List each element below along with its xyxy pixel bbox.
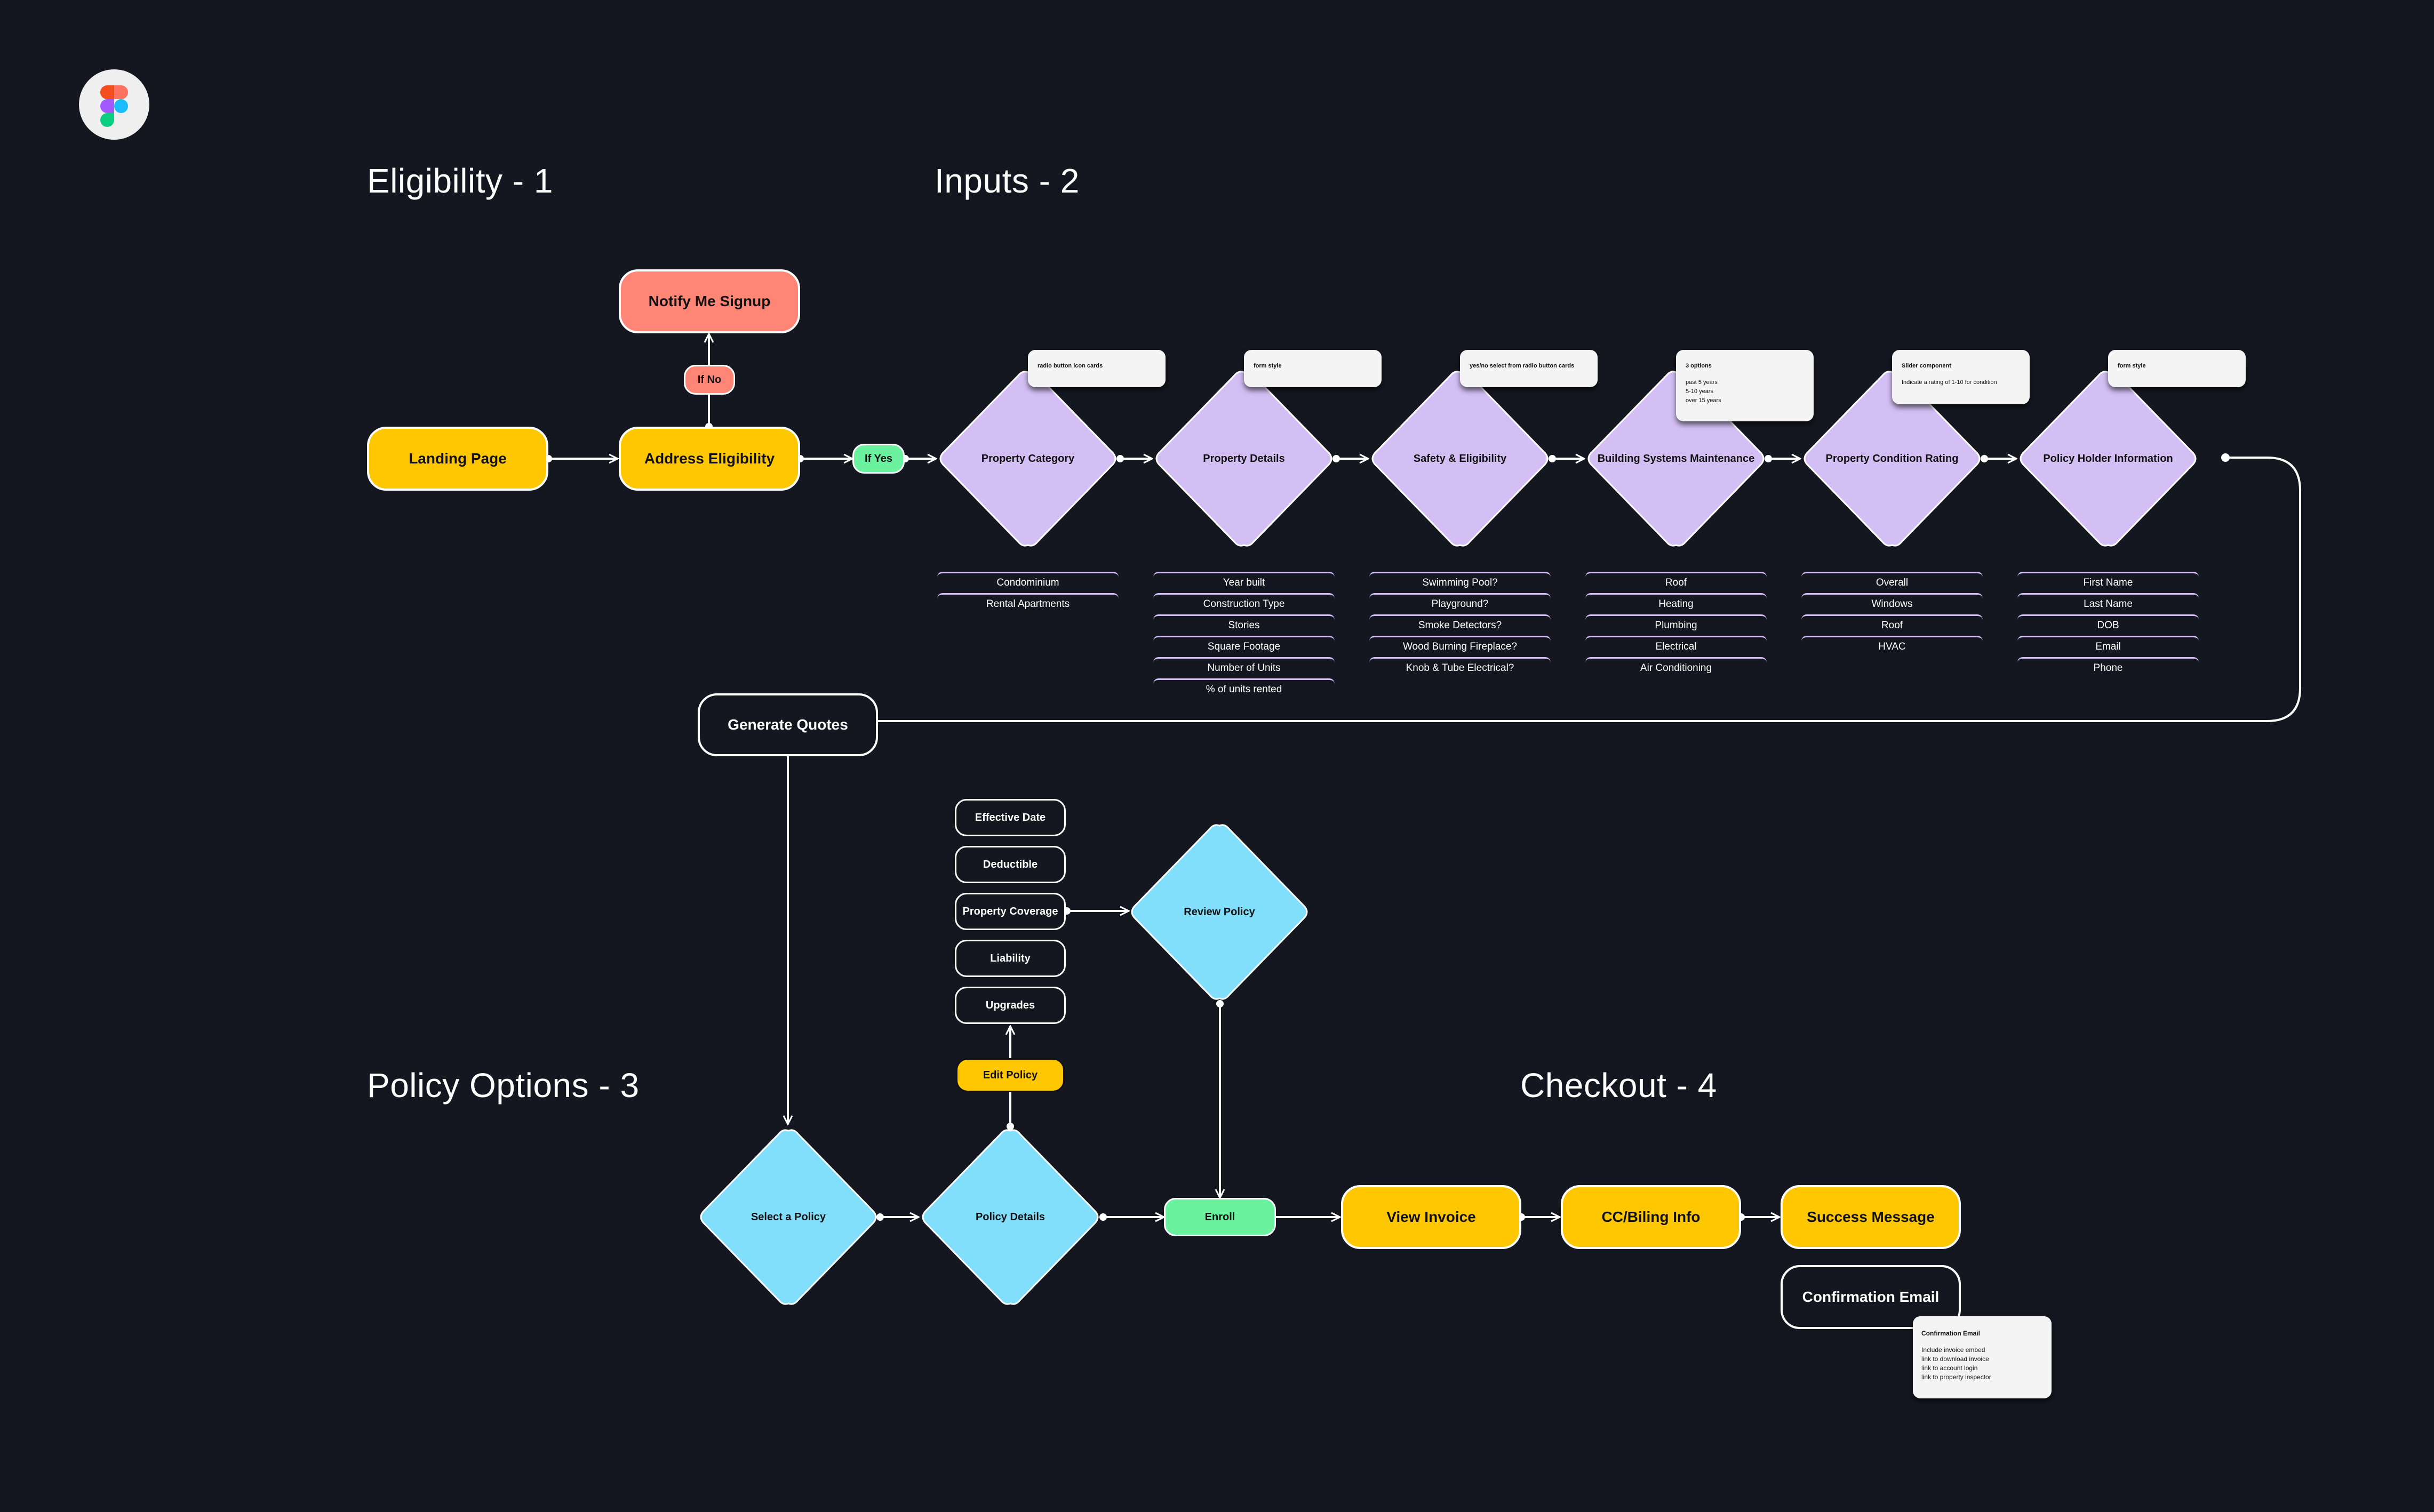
field-item: Email — [2017, 636, 2199, 657]
step-label: Property Category — [981, 452, 1075, 465]
field-item: HVAC — [1801, 636, 1983, 657]
if-yes-label: If Yes — [852, 444, 905, 474]
note-title: Slider component — [1902, 363, 1951, 369]
field-item: Condominium — [937, 572, 1119, 593]
note-line: over 15 years — [1686, 397, 1721, 404]
section-title-policy-options: Policy Options - 3 — [367, 1066, 640, 1105]
input-step-6-diamond[interactable]: Policy Holder Information — [2017, 368, 2199, 549]
field-item: Stories — [1153, 614, 1335, 636]
field-item: DOB — [2017, 614, 2199, 636]
step-label: Property Condition Rating — [1825, 452, 1959, 465]
policy-details-diamond[interactable]: Policy Details — [920, 1126, 1101, 1308]
review-policy-diamond[interactable]: Review Policy — [1129, 821, 1310, 1003]
field-item: Rental Apartments — [937, 593, 1119, 614]
policy-details-label: Policy Details — [975, 1211, 1046, 1223]
select-policy-label: Select a Policy — [751, 1211, 826, 1223]
field-item: Smoke Detectors? — [1369, 614, 1551, 636]
input-step-2-fields: Year built Construction Type Stories Square… — [1153, 572, 1335, 700]
field-item: First Name — [2017, 572, 2199, 593]
field-item: Construction Type — [1153, 593, 1335, 614]
input-step-2-note: form style — [1244, 350, 1382, 387]
field-item: Overall — [1801, 572, 1983, 593]
field-item: Knob & Tube Electrical? — [1369, 657, 1551, 678]
note-line: link to download invoice — [1921, 1355, 1989, 1363]
figma-logo-icon[interactable] — [79, 69, 149, 140]
policy-option-deductible[interactable]: Deductible — [955, 846, 1066, 883]
step-label: Safety & Eligibility — [1413, 452, 1507, 465]
policy-option-effective-date[interactable]: Effective Date — [955, 799, 1066, 836]
note-title: form style — [1254, 363, 1282, 369]
section-title-checkout: Checkout - 4 — [1520, 1066, 1717, 1105]
input-step-4-fields: Roof Heating Plumbing Electrical Air Conditi… — [1585, 572, 1767, 678]
note-line: Include invoice embed — [1921, 1346, 1985, 1354]
connectors — [545, 0, 2301, 1512]
generate-quotes-node[interactable]: Generate Quotes — [698, 693, 878, 756]
policy-option-property-coverage[interactable]: Property Coverage — [955, 893, 1066, 930]
field-item: Electrical — [1585, 636, 1767, 657]
confirmation-email-note: Confirmation Email Include invoice embed… — [1913, 1316, 2052, 1398]
field-item: % of units rented — [1153, 678, 1335, 700]
note-line: Indicate a rating of 1-10 for condition — [1902, 379, 1997, 386]
note-line: 5-10 years — [1686, 388, 1713, 395]
step-label: Building Systems Maintenance — [1597, 452, 1755, 465]
select-policy-diamond[interactable]: Select a Policy — [698, 1126, 879, 1308]
field-item: Heating — [1585, 593, 1767, 614]
note-title: yes/no select from radio button cards — [1470, 363, 1575, 369]
input-step-3-fields: Swimming Pool? Playground? Smoke Detectors… — [1369, 572, 1551, 678]
step-label: Property Details — [1203, 452, 1285, 465]
input-step-6-note: form style — [2108, 350, 2246, 387]
view-invoice-node[interactable]: View Invoice — [1341, 1185, 1521, 1249]
note-line: link to property inspector — [1921, 1373, 1991, 1381]
input-step-2-diamond[interactable]: Property Details — [1153, 368, 1335, 549]
input-step-3-note: yes/no select from radio button cards — [1460, 350, 1598, 387]
policy-option-liability[interactable]: Liability — [955, 940, 1066, 977]
policy-option-upgrades[interactable]: Upgrades — [955, 987, 1066, 1024]
address-eligibility-node[interactable]: Address Eligibility — [619, 427, 800, 491]
note-title: form style — [2118, 363, 2146, 369]
field-item: Playground? — [1369, 593, 1551, 614]
field-item: Swimming Pool? — [1369, 572, 1551, 593]
landing-page-node[interactable]: Landing Page — [367, 427, 548, 491]
field-item: Air Conditioning — [1585, 657, 1767, 678]
review-policy-label: Review Policy — [1184, 906, 1255, 918]
input-step-1-fields: Condominium Rental Apartments — [937, 572, 1119, 614]
success-message-node[interactable]: Success Message — [1781, 1185, 1961, 1249]
field-item: Phone — [2017, 657, 2199, 678]
input-step-1-diamond[interactable]: Property Category — [937, 368, 1119, 549]
field-item: Plumbing — [1585, 614, 1767, 636]
input-step-5-fields: Overall Windows Roof HVAC — [1801, 572, 1983, 657]
note-title: radio button icon cards — [1038, 363, 1103, 369]
enroll-node[interactable]: Enroll — [1164, 1198, 1276, 1236]
field-item: Windows — [1801, 593, 1983, 614]
input-step-4-note: 3 options past 5 years 5-10 years over 15 y… — [1676, 350, 1814, 421]
edit-policy-node[interactable]: Edit Policy — [956, 1058, 1065, 1092]
input-step-6-fields: First Name Last Name DOB Email Phone — [2017, 572, 2199, 678]
field-item: Last Name — [2017, 593, 2199, 614]
input-step-5-note: Slider component Indicate a rating of 1-1… — [1892, 350, 2030, 404]
field-item: Roof — [1585, 572, 1767, 593]
section-title-eligibility: Eligibility - 1 — [367, 162, 553, 200]
step-label: Policy Holder Information — [2043, 452, 2173, 465]
note-title: Confirmation Email — [1921, 1330, 1981, 1337]
note-line: link to account login — [1921, 1364, 1978, 1372]
field-item: Year built — [1153, 572, 1335, 593]
if-no-label: If No — [684, 365, 735, 395]
field-item: Square Footage — [1153, 636, 1335, 657]
note-title: 3 options — [1686, 363, 1712, 369]
input-step-3-diamond[interactable]: Safety & Eligibility — [1369, 368, 1551, 549]
field-item: Roof — [1801, 614, 1983, 636]
notify-me-signup-node[interactable]: Notify Me Signup — [619, 269, 800, 333]
note-line: past 5 years — [1686, 379, 1718, 386]
field-item: Number of Units — [1153, 657, 1335, 678]
field-item: Wood Burning Fireplace? — [1369, 636, 1551, 657]
cc-billing-node[interactable]: CC/Biling Info — [1561, 1185, 1741, 1249]
section-title-inputs: Inputs - 2 — [935, 162, 1080, 200]
input-step-1-note: radio button icon cards — [1028, 350, 1166, 387]
